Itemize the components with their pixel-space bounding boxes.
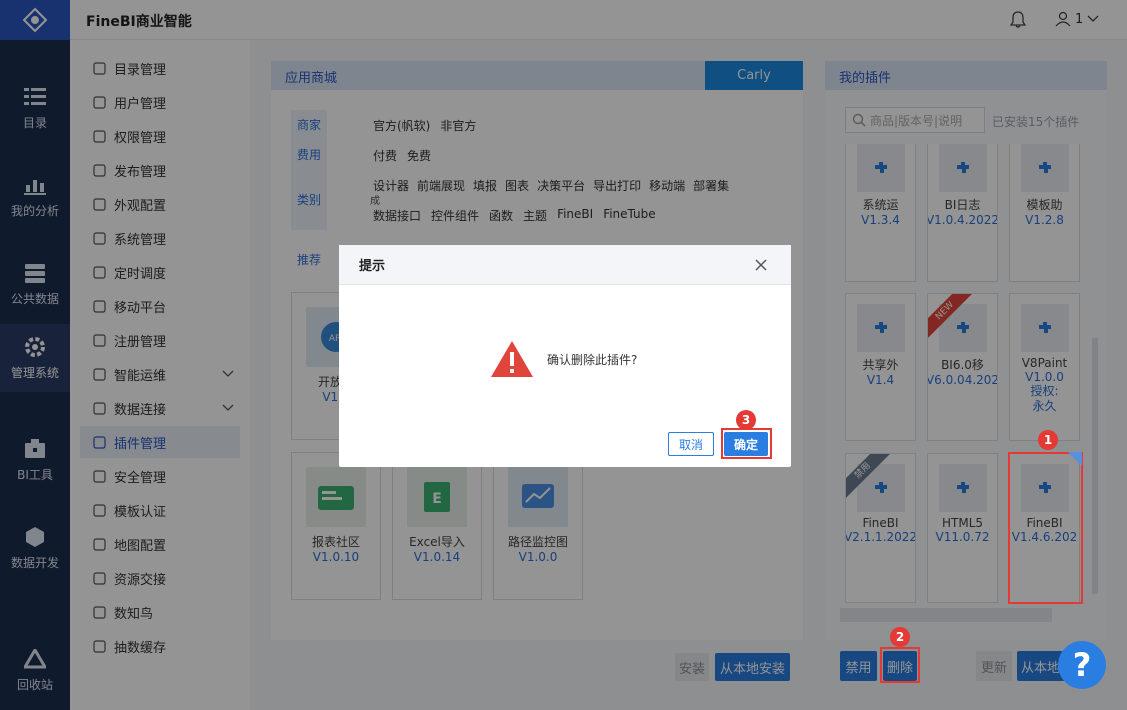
highlight-confirm-button — [721, 428, 772, 459]
dialog-title: 提示 — [359, 259, 386, 274]
warning-icon — [491, 341, 533, 377]
dialog-body: 确认删除此插件? — [489, 339, 637, 379]
dialog-message: 确认删除此插件? — [547, 352, 638, 367]
dialog-header: 提示 — [339, 245, 791, 285]
highlight-delete-button — [880, 647, 920, 683]
marker-1: 1 — [1038, 430, 1058, 450]
marker-3: 3 — [736, 410, 756, 430]
marker-2: 2 — [890, 627, 910, 647]
cancel-button[interactable]: 取消 — [668, 432, 714, 456]
close-icon[interactable] — [753, 257, 769, 273]
highlight-selected-plugin — [1008, 452, 1083, 604]
selected-check-corner — [1068, 452, 1082, 466]
help-button[interactable]: ? — [1058, 641, 1106, 689]
